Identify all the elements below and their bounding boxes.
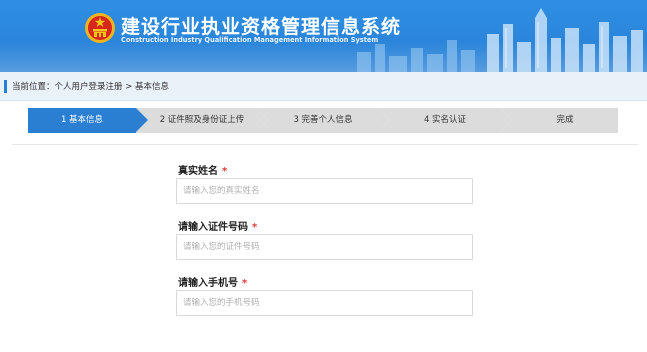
breadcrumb-marker: [4, 80, 7, 93]
system-title: 建设行业执业资格管理信息系统: [121, 16, 402, 38]
required-mark: *: [252, 222, 258, 233]
step-2-upload-id: 2 证件照及身份证上传: [136, 108, 268, 133]
header-banner: 建设行业执业资格管理信息系统 Construction Industry Qua…: [0, 0, 647, 72]
id-number-input[interactable]: [176, 234, 473, 260]
id-number-label: 请输入证件号码 *: [178, 222, 258, 233]
step-arrow: [378, 108, 390, 132]
step-arrow: [256, 108, 268, 132]
step-arrow: [500, 108, 512, 132]
national-emblem-icon: [85, 13, 115, 43]
real-name-label: 真实姓名 *: [178, 166, 228, 177]
real-name-input[interactable]: [176, 178, 473, 204]
breadcrumb-bar: 当前位置：个人用户登录注册 > 基本信息: [0, 72, 647, 101]
step-4-real-name-auth: 4 实名认证: [378, 108, 512, 133]
required-mark: *: [222, 166, 228, 177]
step-label: 1 基本信息: [60, 115, 104, 125]
step-label: 3 完善个人信息: [293, 115, 353, 125]
phone-number-label: 请输入手机号 *: [178, 278, 248, 289]
step-label: 2 证件照及身份证上传: [159, 115, 245, 125]
step-3-personal-info: 3 完善个人信息: [256, 108, 390, 133]
registration-steps: 1 基本信息 2 证件照及身份证上传 3 完善个人信息 4 实名认证 完成: [28, 108, 618, 133]
step-1-basic-info: 1 基本信息: [28, 108, 148, 133]
phone-number-input[interactable]: [176, 290, 473, 316]
required-mark: *: [242, 278, 248, 289]
system-subtitle: Construction Industry Qualification Mana…: [121, 36, 379, 44]
step-arrow: [136, 108, 148, 132]
section-divider: [12, 144, 638, 145]
step-5-complete: 完成: [500, 108, 618, 133]
step-label: 4 实名认证: [423, 115, 467, 125]
step-label: 完成: [556, 115, 574, 125]
breadcrumb: 当前位置：个人用户登录注册 > 基本信息: [12, 82, 170, 92]
